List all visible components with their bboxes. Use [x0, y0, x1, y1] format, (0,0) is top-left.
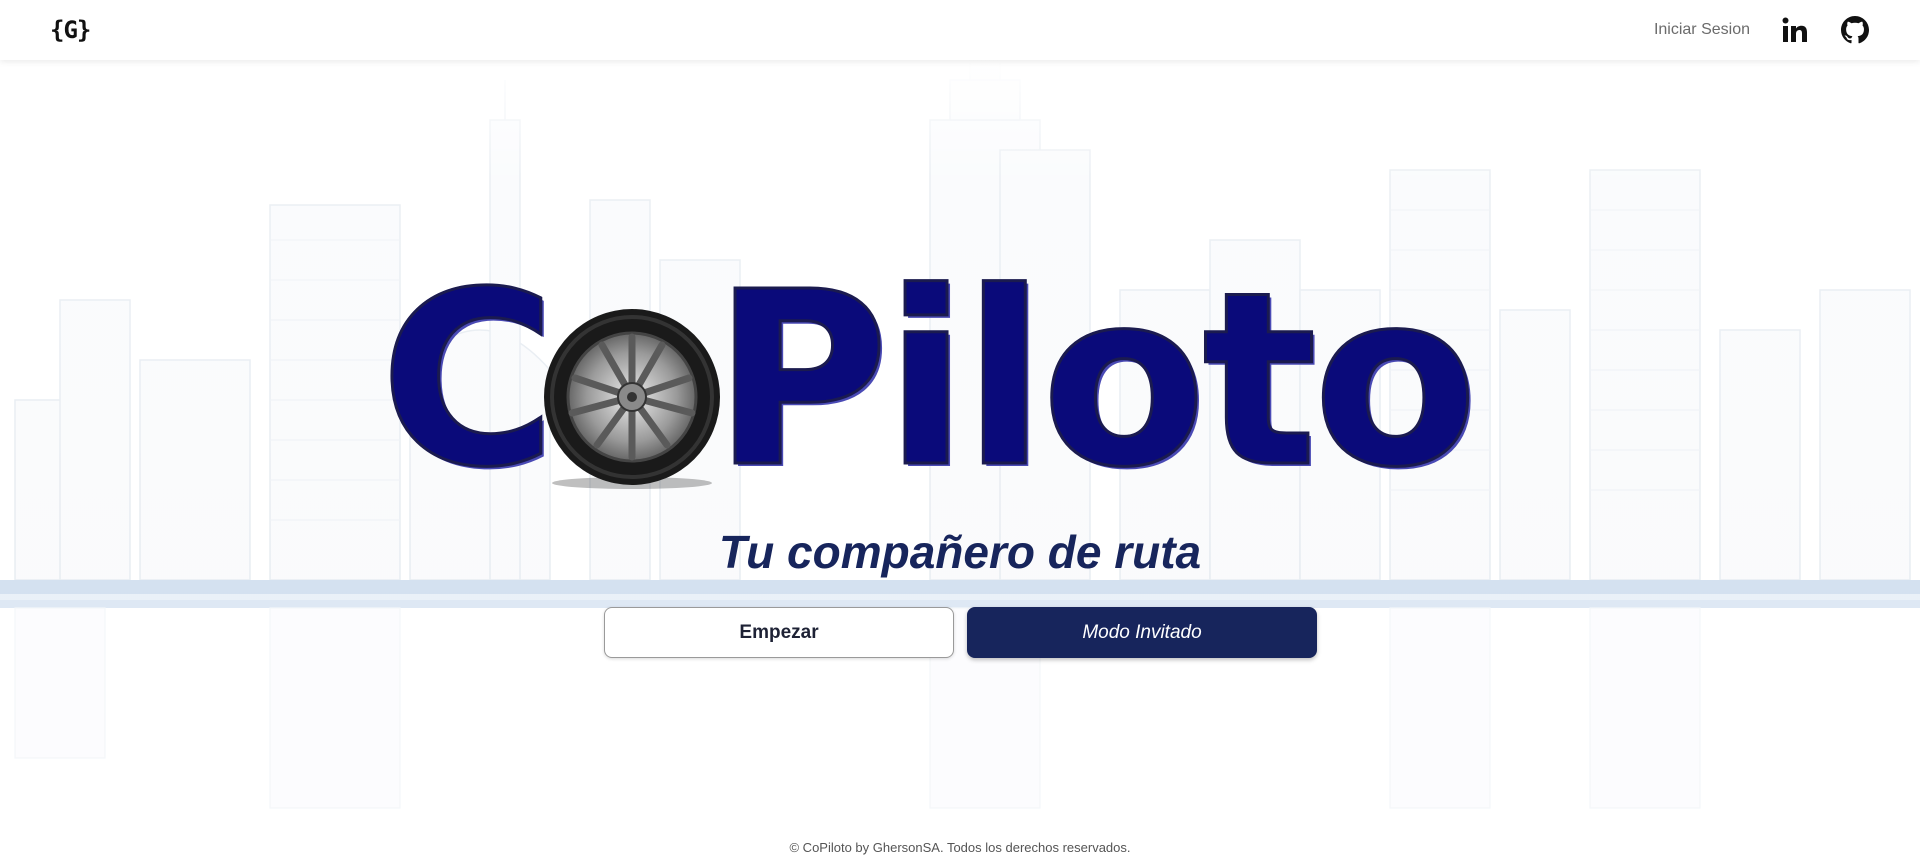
- top-navbar: {G} Iniciar Sesion: [0, 0, 1920, 60]
- cta-buttons: Empezar Modo Invitado: [604, 607, 1317, 658]
- header-actions: Iniciar Sesion: [1654, 15, 1870, 45]
- github-icon[interactable]: [1840, 15, 1870, 45]
- start-button[interactable]: Empezar: [604, 607, 954, 658]
- brand-logo[interactable]: {G}: [50, 16, 91, 44]
- linkedin-icon[interactable]: [1780, 15, 1810, 45]
- tire-wheel-icon: [544, 309, 720, 489]
- hero-section: CoPiloto Tu compañero de ruta Empezar Mo…: [0, 0, 1920, 866]
- tagline: Tu compañero de ruta: [718, 526, 1202, 578]
- copiloto-logo: CoPiloto: [379, 259, 1540, 502]
- guest-mode-button[interactable]: Modo Invitado: [967, 607, 1317, 658]
- footer-copyright: © CoPiloto by GhersonSA. Todos los derec…: [789, 840, 1131, 855]
- login-link[interactable]: Iniciar Sesion: [1654, 21, 1750, 39]
